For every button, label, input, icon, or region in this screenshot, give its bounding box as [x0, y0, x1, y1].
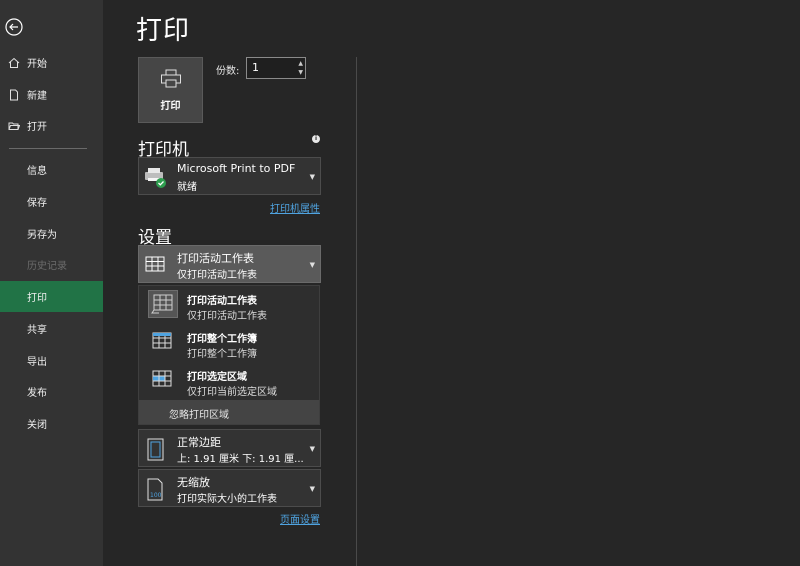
chevron-down-icon: ▼ [309, 173, 315, 181]
margins-select[interactable]: 正常边距 上: 1.91 厘米 下: 1.91 厘... ▼ [138, 429, 321, 467]
scaling-title: 无缩放 [177, 476, 210, 489]
preview-divider [356, 57, 357, 566]
new-document-icon [7, 88, 21, 102]
sidebar-item-label: 关闭 [27, 420, 47, 431]
chevron-down-icon: ▼ [309, 485, 315, 493]
margins-icon [143, 437, 169, 461]
page-title: 打印 [136, 16, 191, 46]
backstage-sidebar: 开始 新建 打开 信息 保存 另存为 历史记录 打印 共享 导出 发布 关闭 [0, 0, 103, 566]
sidebar-item-save[interactable]: 保存 [0, 186, 103, 217]
sidebar-item-publish[interactable]: 发布 [0, 376, 103, 407]
margins-title: 正常边距 [177, 436, 221, 449]
sheet-grid-icon [143, 253, 169, 277]
menu-item-title: 打印选定区域 [187, 372, 247, 383]
active-sheet-icon [148, 290, 178, 318]
page-setup-link[interactable]: 页面设置 [280, 511, 320, 526]
sidebar-divider [9, 148, 87, 149]
sidebar-item-label: 历史记录 [27, 261, 67, 272]
sidebar-item-label: 共享 [27, 325, 47, 336]
folder-open-icon [7, 119, 21, 133]
sidebar-item-label: 另存为 [27, 230, 57, 241]
copies-spinner[interactable]: 1 ▲ ▼ [246, 57, 306, 79]
printer-properties-link[interactable]: 打印机属性 [270, 200, 320, 215]
sidebar-item-share[interactable]: 共享 [0, 313, 103, 344]
copies-value: 1 [252, 61, 259, 74]
spin-arrows-icon[interactable]: ▲ ▼ [298, 59, 303, 77]
sidebar-item-label: 开始 [27, 59, 47, 70]
scaling-select[interactable]: 100 无缩放 打印实际大小的工作表 ▼ [138, 469, 321, 507]
sidebar-item-open[interactable]: 打开 [0, 110, 103, 141]
printer-ready-icon [143, 165, 169, 189]
menu-item-entire-workbook[interactable]: 打印整个工作簿 打印整个工作簿 [139, 324, 319, 362]
sidebar-item-new[interactable]: 新建 [0, 79, 103, 110]
print-button-label: 打印 [160, 100, 181, 112]
back-arrow-icon[interactable] [4, 17, 24, 37]
copies-label: 份数: [216, 66, 240, 77]
print-button[interactable]: 打印 [138, 57, 203, 123]
ignore-print-area-option[interactable]: 忽略打印区域 [139, 400, 319, 424]
printer-select[interactable]: Microsoft Print to PDF 就绪 ▼ [138, 157, 321, 195]
print-what-menu: 打印活动工作表 仅打印活动工作表 打印整个工作簿 打印整个工作簿 打印选定区域 … [138, 285, 320, 425]
sidebar-item-label: 导出 [27, 357, 47, 368]
sidebar-item-print[interactable]: 打印 [0, 281, 103, 312]
sidebar-item-home[interactable]: 开始 [0, 47, 103, 78]
menu-item-subtitle: 仅打印活动工作表 [187, 311, 267, 322]
print-what-subtitle: 仅打印活动工作表 [177, 270, 257, 281]
sidebar-item-save-as[interactable]: 另存为 [0, 218, 103, 249]
margins-subtitle: 上: 1.91 厘米 下: 1.91 厘... [177, 454, 304, 465]
chevron-down-icon: ▼ [309, 445, 315, 453]
print-what-title: 打印活动工作表 [177, 252, 254, 265]
svg-text:100: 100 [150, 492, 162, 499]
menu-item-selection[interactable]: 打印选定区域 仅打印当前选定区域 [139, 362, 319, 400]
sidebar-item-label: 新建 [27, 91, 47, 102]
no-scaling-icon: 100 [143, 477, 169, 501]
sidebar-item-label: 打印 [27, 293, 47, 304]
sidebar-item-history: 历史记录 [0, 249, 103, 280]
scaling-subtitle: 打印实际大小的工作表 [177, 494, 277, 505]
sidebar-item-label: 发布 [27, 388, 47, 399]
sidebar-item-export[interactable]: 导出 [0, 345, 103, 376]
menu-item-title: 打印整个工作簿 [187, 334, 257, 345]
info-icon[interactable]: i [312, 135, 320, 143]
sidebar-item-label: 信息 [27, 166, 47, 177]
sidebar-item-label: 保存 [27, 198, 47, 209]
workbook-icon [148, 328, 178, 356]
chevron-down-icon: ▼ [309, 261, 315, 269]
print-what-select[interactable]: 打印活动工作表 仅打印活动工作表 ▼ [138, 245, 321, 283]
menu-item-subtitle: 打印整个工作簿 [187, 349, 257, 360]
printer-name: Microsoft Print to PDF [177, 162, 296, 175]
printer-status: 就绪 [177, 182, 197, 193]
printer-icon [160, 69, 182, 93]
sidebar-item-close[interactable]: 关闭 [0, 408, 103, 439]
sidebar-item-info[interactable]: 信息 [0, 154, 103, 185]
menu-item-title: 打印活动工作表 [187, 296, 257, 307]
menu-item-subtitle: 仅打印当前选定区域 [187, 387, 277, 398]
sidebar-item-label: 打开 [27, 122, 47, 133]
selection-icon [148, 366, 178, 394]
home-icon [7, 56, 21, 70]
menu-item-active-sheets[interactable]: 打印活动工作表 仅打印活动工作表 [139, 286, 319, 324]
